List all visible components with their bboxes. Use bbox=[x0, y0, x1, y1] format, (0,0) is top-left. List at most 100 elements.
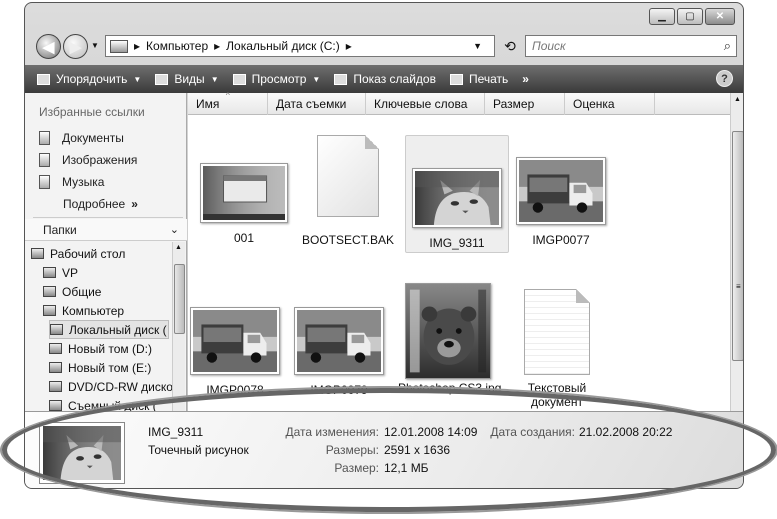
slideshow-icon bbox=[334, 73, 348, 85]
dvd-drive-icon bbox=[49, 381, 62, 392]
search-icon[interactable]: ⌕ bbox=[724, 38, 731, 54]
file-item-001[interactable]: 001 bbox=[194, 163, 294, 245]
slideshow-button[interactable]: Показ слайдов bbox=[334, 72, 436, 86]
breadcrumb-separator-icon: ▸ bbox=[214, 39, 221, 53]
scroll-up-icon[interactable]: ▲ bbox=[734, 96, 741, 103]
explorer-window: ▁ ▢ ✕ ◀ ▶ ▼ ▸ Компьютер ▸ Локальный диск… bbox=[24, 2, 744, 489]
navigation-pane: Избранные ссылки Документы Изображения М… bbox=[25, 93, 187, 412]
file-list-scrollbar[interactable]: ▲ ≡ bbox=[730, 93, 743, 411]
address-bar[interactable]: ▸ Компьютер ▸ Локальный диск (C:) ▸ ▼ bbox=[105, 35, 495, 57]
window-controls: ▁ ▢ ✕ bbox=[647, 8, 735, 25]
music-icon bbox=[39, 175, 50, 189]
details-thumbnail bbox=[39, 422, 125, 484]
file-item-photoshop-jpg[interactable]: Photoshop CS3.jpg bbox=[398, 283, 502, 395]
tree-item-removable-drive[interactable]: Съемный диск ( bbox=[49, 396, 157, 412]
thumbnail-truck-photo bbox=[190, 307, 280, 375]
print-label: Печать bbox=[468, 72, 509, 86]
pictures-icon bbox=[39, 153, 50, 167]
folder-tree-scrollbar[interactable]: ▲ bbox=[172, 242, 185, 411]
scroll-up-icon[interactable]: ▲ bbox=[175, 244, 182, 251]
tree-item-label: VP bbox=[62, 265, 79, 280]
tree-item-volume-e[interactable]: Новый том (E:) bbox=[49, 358, 151, 377]
more-links-label: Подробнее bbox=[63, 197, 126, 211]
column-header-keywords[interactable]: Ключевые слова bbox=[366, 93, 485, 115]
file-item-imgp0078[interactable]: IMGP0078 bbox=[185, 307, 285, 397]
forward-button[interactable]: ▶ bbox=[63, 34, 88, 59]
chevron-down-icon: ⌄ bbox=[169, 224, 179, 236]
tree-item-desktop[interactable]: Рабочий стол bbox=[31, 244, 125, 263]
breadcrumb-local-disk[interactable]: Локальный диск (C:) bbox=[226, 39, 340, 53]
file-name: Photoshop CS3.jpg bbox=[398, 381, 502, 395]
column-header-name[interactable]: ^ Имя bbox=[188, 91, 268, 115]
tree-item-dvd-drive[interactable]: DVD/CD-RW диско bbox=[49, 377, 172, 396]
tree-item-vp[interactable]: VP bbox=[43, 263, 78, 282]
removable-drive-icon bbox=[49, 400, 62, 411]
file-name: IMG_9311 bbox=[429, 236, 485, 250]
computer-icon bbox=[110, 39, 128, 53]
file-list-pane: ^ Имя Дата съемки Ключевые слова Размер О… bbox=[185, 91, 743, 411]
scrollbar-thumb[interactable]: ≡ bbox=[732, 131, 743, 361]
folder-tree: Рабочий стол VP Общие Компьютер Локальны… bbox=[25, 242, 172, 412]
details-file-name: IMG_9311 bbox=[148, 425, 204, 439]
sidebar-item-music[interactable]: Музыка bbox=[39, 175, 104, 189]
print-button[interactable]: Печать bbox=[449, 72, 509, 86]
folders-header[interactable]: Папки ⌄ bbox=[25, 219, 187, 241]
column-header-date-taken[interactable]: Дата съемки bbox=[268, 93, 366, 115]
tree-item-label: DVD/CD-RW диско bbox=[68, 379, 172, 394]
drive-icon bbox=[49, 362, 62, 373]
file-item-imgp0077[interactable]: IMGP0077 bbox=[511, 157, 611, 247]
refresh-icon[interactable]: ⟲ bbox=[499, 35, 521, 57]
more-commands-button[interactable]: » bbox=[522, 72, 529, 86]
tree-item-computer[interactable]: Компьютер bbox=[43, 301, 124, 320]
preview-button[interactable]: Просмотр ▼ bbox=[232, 72, 321, 86]
text-file-icon bbox=[524, 289, 590, 375]
navigation-bar: ◀ ▶ ▼ ▸ Компьютер ▸ Локальный диск (C:) … bbox=[33, 31, 737, 61]
details-pane: IMG_9311 Точечный рисунок Дата изменения… bbox=[25, 411, 743, 488]
sidebar-item-label: Музыка bbox=[62, 175, 105, 189]
views-label: Виды bbox=[174, 72, 205, 86]
views-icon bbox=[155, 73, 169, 85]
views-button[interactable]: Виды ▼ bbox=[155, 72, 219, 86]
address-dropdown-icon[interactable]: ▼ bbox=[473, 41, 482, 51]
close-button[interactable]: ✕ bbox=[705, 8, 735, 25]
file-name: 001 bbox=[233, 231, 255, 245]
file-item-img9311[interactable]: IMG_9311 bbox=[405, 135, 509, 253]
sidebar-item-pictures[interactable]: Изображения bbox=[39, 153, 137, 167]
file-item-imgp0079[interactable]: IMGP0079 bbox=[289, 307, 389, 397]
back-button[interactable]: ◀ bbox=[36, 34, 61, 59]
details-dimensions-label: Размеры: bbox=[325, 443, 379, 457]
file-name: IMGP0077 bbox=[532, 233, 590, 247]
file-item-bootsect[interactable]: BOOTSECT.BAK bbox=[298, 135, 398, 247]
recent-pages-dropdown[interactable]: ▼ bbox=[91, 41, 99, 50]
tree-item-label: Общие bbox=[62, 284, 102, 299]
search-placeholder: Поиск bbox=[532, 39, 566, 53]
details-size-label: Размер: bbox=[334, 461, 379, 475]
search-input[interactable]: Поиск ⌕ bbox=[525, 35, 737, 57]
breadcrumb-computer[interactable]: Компьютер bbox=[146, 39, 208, 53]
tree-item-local-disk-c[interactable]: Локальный диск ( bbox=[49, 320, 169, 339]
help-icon[interactable]: ? bbox=[716, 70, 733, 87]
scrollbar-thumb[interactable] bbox=[174, 264, 185, 334]
more-links-arrows: » bbox=[131, 197, 138, 211]
preview-label: Просмотр bbox=[251, 72, 307, 86]
sidebar-item-documents[interactable]: Документы bbox=[39, 131, 124, 145]
column-header-size[interactable]: Размер bbox=[485, 93, 565, 115]
file-name: Текстовый документ bbox=[527, 381, 587, 409]
folders-label: Папки bbox=[43, 222, 77, 237]
organize-button[interactable]: Упорядочить ▼ bbox=[37, 72, 141, 86]
divider bbox=[33, 217, 183, 218]
chevron-down-icon: ▼ bbox=[210, 74, 219, 84]
chevron-down-icon: ▼ bbox=[133, 74, 142, 84]
maximize-button[interactable]: ▢ bbox=[677, 8, 703, 25]
minimize-button[interactable]: ▁ bbox=[649, 8, 675, 25]
tree-item-public[interactable]: Общие bbox=[43, 282, 101, 301]
tree-item-label: Новый том (D:) bbox=[68, 341, 152, 356]
details-file-type: Точечный рисунок bbox=[148, 443, 249, 457]
column-header-rating[interactable]: Оценка bbox=[565, 93, 655, 115]
breadcrumb-separator-icon: ▸ bbox=[345, 39, 352, 53]
tree-item-volume-d[interactable]: Новый том (D:) bbox=[49, 339, 152, 358]
file-item-text-document[interactable]: Текстовый документ bbox=[507, 289, 607, 409]
print-icon bbox=[449, 73, 463, 85]
more-links-button[interactable]: Подробнее » bbox=[63, 197, 138, 211]
chevron-down-icon: ▼ bbox=[312, 74, 321, 84]
